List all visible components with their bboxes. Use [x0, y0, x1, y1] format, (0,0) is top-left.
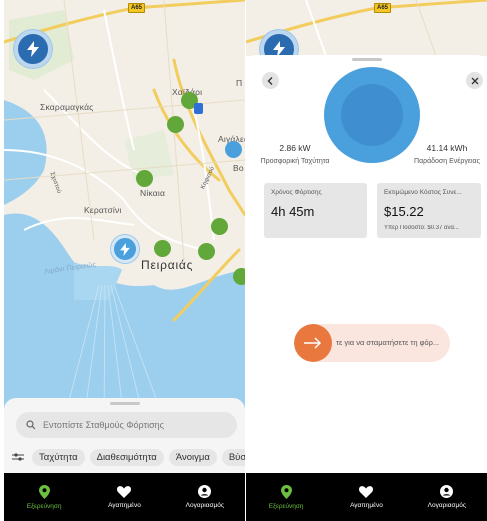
lightning-bolt-icon [273, 41, 285, 56]
map-label-nikaia: Νίκαια [140, 188, 166, 198]
map-view-peek: A65 [246, 0, 487, 56]
charging-session-screen: A65 2.86 kW Προσφορική Ταχύτητα 41.14 kW… [246, 0, 487, 521]
map-label-cut-bo: Βο [233, 163, 244, 173]
tab-explore-label: Εξερεύνηση [26, 502, 62, 510]
map-label-piraeus: Πειραιάς [141, 258, 194, 272]
tab-account-label: Λογαριασμός [185, 502, 224, 509]
map-label-cut-p: Π [236, 78, 243, 88]
filter-chip-opening[interactable]: Άνοιγμα [168, 448, 217, 466]
map-label-keratsini: Κερατσίνι [84, 205, 122, 215]
estimated-cost-subtitle: Υπέρ Ποσοστό: $0.37 ανά... [384, 225, 459, 231]
station-marker[interactable] [167, 116, 184, 133]
filter-sliders-icon[interactable] [12, 452, 24, 462]
highway-shield: A65 [128, 3, 146, 13]
lightning-bolt-icon [27, 41, 39, 57]
arrow-right-icon [304, 337, 322, 349]
gauge-inner-circle [341, 84, 403, 146]
poi-pin [194, 103, 203, 114]
charging-session-panel: 2.86 kW Προσφορική Ταχύτητα 41.14 kWh Πα… [246, 55, 487, 473]
heart-icon [117, 485, 132, 498]
tab-favorites[interactable]: Αγαπημένο [326, 473, 406, 521]
selected-charging-pin[interactable] [111, 235, 139, 263]
station-marker[interactable] [136, 170, 153, 187]
tab-explore[interactable]: Εξερεύνηση [4, 473, 84, 521]
tab-favorites-label: Αγαπημένο [350, 501, 383, 509]
heart-icon [359, 485, 374, 498]
tab-explore[interactable]: Εξερεύνηση [246, 473, 326, 521]
slider-knob[interactable] [294, 324, 332, 362]
back-button[interactable] [262, 72, 279, 89]
tab-bar: Εξερεύνηση Αγαπημένο Λογαριασμός [4, 473, 245, 521]
slide-to-stop-charging[interactable]: τε για να σταματήσετε τη φόρ... [294, 324, 450, 362]
lightning-bolt-icon [120, 242, 130, 256]
explore-screen: A65 Χαϊδάρι Π Σκαραμαγκάς Αιγάλεω Βο Νίκ… [4, 0, 245, 521]
search-icon [26, 420, 36, 430]
tab-account-label: Λογαριασμός [427, 502, 466, 509]
power-value: 2.86 kW [279, 143, 311, 153]
charging-time-card: Χρόνος Φόρτισης 4h 45m [264, 183, 367, 238]
panel-drag-handle[interactable] [351, 58, 382, 61]
energy-label: Παράδοση Ενέργειας [414, 158, 480, 165]
tab-account[interactable]: Λογαριασμός [407, 473, 487, 521]
station-marker[interactable] [211, 218, 228, 235]
tab-favorites-label: Αγαπημένο [108, 501, 141, 509]
map-view[interactable]: A65 Χαϊδάρι Π Σκαραμαγκάς Αιγάλεω Βο Νίκ… [4, 0, 245, 420]
charging-time-title: Χρόνος Φόρτισης [271, 189, 322, 196]
chevron-left-icon [267, 76, 273, 85]
station-marker[interactable] [233, 268, 245, 285]
search-input[interactable] [43, 420, 223, 430]
station-marker-blue[interactable] [225, 141, 242, 158]
search-sheet[interactable]: Ταχύτητα Διαθεσιμότητα Άνοιγμα Βύσμα [4, 398, 245, 473]
energy-value: 41.14 kWh [426, 143, 468, 153]
estimated-cost-card: Εκτιμώμενο Κόστος Συνε... $15.22 Υπέρ Πο… [377, 183, 481, 238]
tab-bar: Εξερεύνηση Αγαπημένο Λογαριασμός [246, 473, 487, 521]
charging-progress-gauge [324, 67, 420, 163]
station-marker[interactable] [154, 240, 171, 257]
energy-stat: 41.14 kWh Παράδοση Ενέργειας [410, 143, 484, 165]
filter-chips: Ταχύτητα Διαθεσιμότητα Άνοιγμα Βύσμα [12, 448, 245, 466]
slide-to-stop-label: τε για να σταματήσετε τη φόρ... [336, 338, 440, 347]
station-marker[interactable] [198, 243, 215, 260]
power-stat: 2.86 kW Προσφορική Ταχύτητα [260, 143, 330, 165]
current-location-charging-pin[interactable] [14, 30, 52, 68]
account-icon [198, 485, 212, 498]
filter-chip-availability[interactable]: Διαθεσιμότητα [89, 448, 164, 466]
sheet-drag-handle[interactable] [109, 402, 140, 405]
map-pin-icon [280, 484, 292, 499]
close-button[interactable] [466, 72, 483, 89]
power-label: Προσφορική Ταχύτητα [260, 158, 330, 165]
estimated-cost-title: Εκτιμώμενο Κόστος Συνε... [384, 189, 462, 196]
tab-account[interactable]: Λογαριασμός [165, 473, 245, 521]
map-pin-icon [38, 484, 50, 499]
estimated-cost-value: $15.22 [384, 204, 424, 219]
close-icon [471, 77, 478, 84]
account-icon [440, 485, 454, 498]
map-label-skaramagkas: Σκαραμαγκάς [40, 102, 94, 112]
tab-explore-label: Εξερεύνηση [268, 502, 304, 510]
search-bar[interactable] [16, 412, 237, 438]
charging-time-value: 4h 45m [271, 204, 315, 219]
highway-shield: A65 [374, 3, 392, 13]
filter-chip-connector[interactable]: Βύσμα [221, 448, 245, 466]
tab-favorites[interactable]: Αγαπημένο [84, 473, 164, 521]
filter-chip-speed[interactable]: Ταχύτητα [32, 448, 85, 466]
